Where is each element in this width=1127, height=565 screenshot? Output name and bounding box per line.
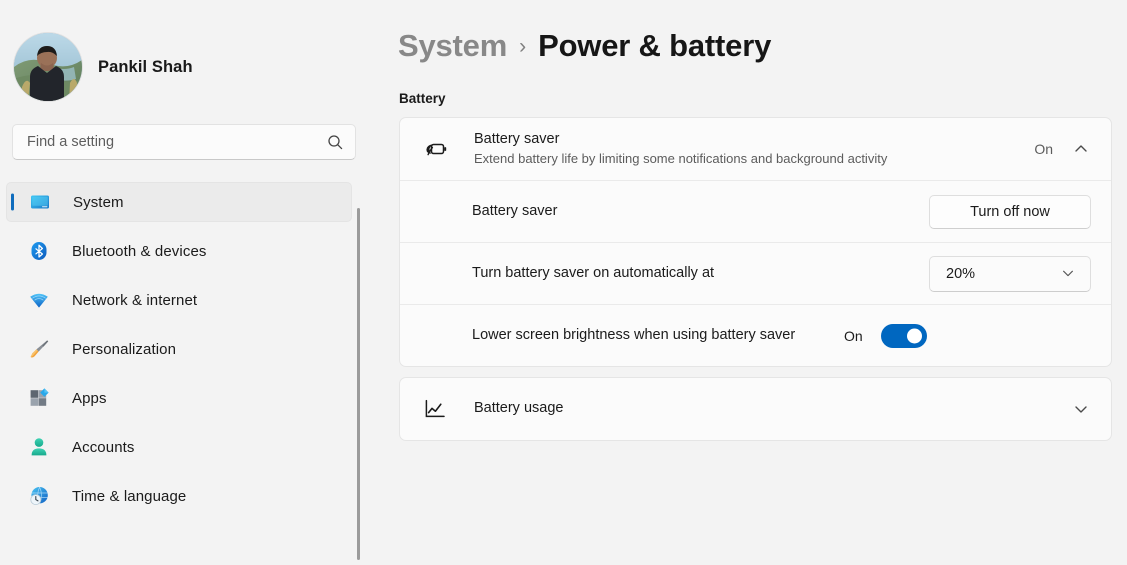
sidebar-item-apps[interactable]: Apps	[6, 378, 352, 418]
battery-usage-title: Battery usage	[474, 399, 1059, 419]
sidebar-item-bluetooth-devices[interactable]: Bluetooth & devices	[6, 231, 352, 271]
avatar	[14, 33, 82, 101]
battery-saver-title: Battery saver	[474, 130, 1022, 150]
sidebar-item-label: Accounts	[72, 439, 135, 456]
battery-saver-row-label: Battery saver	[472, 202, 917, 222]
sidebar-item-label: Network & internet	[72, 292, 197, 309]
globe-clock-icon	[28, 485, 50, 507]
lower-brightness-label: Lower screen brightness when using batte…	[472, 326, 832, 346]
page-title: Power & battery	[538, 28, 771, 64]
chevron-down-icon	[1061, 266, 1077, 282]
breadcrumb-separator-icon: ›	[519, 35, 526, 59]
auto-threshold-dropdown[interactable]: 20%	[929, 256, 1091, 292]
sidebar-item-personalization[interactable]: Personalization	[6, 329, 352, 369]
auto-threshold-text: Turn battery saver on automatically at	[472, 264, 917, 284]
toggle-knob	[907, 328, 922, 343]
battery-saver-header-right: On	[1034, 139, 1091, 159]
profile-name: Pankil Shah	[98, 58, 193, 77]
search-box[interactable]	[12, 124, 356, 160]
search-icon	[327, 134, 343, 150]
sidebar-item-label: Personalization	[72, 341, 176, 358]
sidebar-item-label: Apps	[72, 390, 107, 407]
sidebar-item-system[interactable]: System	[6, 182, 352, 222]
sidebar-item-label: Bluetooth & devices	[72, 243, 206, 260]
content-area: System › Power & battery Battery	[368, 0, 1127, 565]
lower-brightness-right: On	[844, 324, 927, 348]
battery-saver-toggle-row: Battery saver Turn off now	[400, 180, 1111, 242]
sidebar-item-label: Time & language	[72, 488, 186, 505]
battery-usage-card: Battery usage	[399, 377, 1112, 441]
paintbrush-icon	[28, 338, 50, 360]
settings-window: Pankil Shah	[0, 0, 1127, 565]
sidebar-nav: System Bluetooth & devices	[0, 182, 368, 516]
lower-brightness-row: Lower screen brightness when using batte…	[400, 304, 1111, 366]
battery-usage-right	[1071, 399, 1091, 419]
line-chart-icon	[422, 396, 448, 422]
apps-grid-icon	[28, 387, 50, 409]
chevron-up-icon[interactable]	[1071, 139, 1091, 159]
lower-brightness-state: On	[844, 328, 863, 344]
breadcrumb: System › Power & battery	[368, 0, 1127, 64]
battery-leaf-icon	[422, 136, 448, 162]
monitor-icon	[29, 191, 51, 213]
wifi-icon	[28, 289, 50, 311]
auto-threshold-right: 20%	[929, 256, 1091, 292]
sidebar-item-label: System	[73, 194, 124, 211]
battery-saver-row-text: Battery saver	[472, 202, 917, 222]
user-profile[interactable]: Pankil Shah	[0, 0, 368, 110]
sidebar-scrollbar[interactable]	[357, 208, 360, 560]
sidebar-item-time-language[interactable]: Time & language	[6, 476, 352, 516]
sidebar-item-accounts[interactable]: Accounts	[6, 427, 352, 467]
battery-saver-status: On	[1034, 141, 1053, 157]
turn-off-now-button[interactable]: Turn off now	[929, 195, 1091, 229]
sidebar-item-network-internet[interactable]: Network & internet	[6, 280, 352, 320]
bluetooth-icon	[28, 240, 50, 262]
person-icon	[28, 436, 50, 458]
battery-saver-row-right: Turn off now	[929, 195, 1091, 229]
chevron-down-icon[interactable]	[1071, 399, 1091, 419]
settings-cards: Battery saver Extend battery life by lim…	[368, 106, 1127, 441]
search-input[interactable]	[27, 134, 327, 150]
lower-brightness-text: Lower screen brightness when using batte…	[472, 326, 832, 346]
battery-usage-row[interactable]: Battery usage	[400, 378, 1111, 440]
battery-saver-header-text: Battery saver Extend battery life by lim…	[474, 130, 1022, 168]
battery-saver-card: Battery saver Extend battery life by lim…	[399, 117, 1112, 367]
battery-saver-header-row[interactable]: Battery saver Extend battery life by lim…	[400, 118, 1111, 180]
section-title-battery: Battery	[368, 64, 1127, 106]
breadcrumb-parent[interactable]: System	[398, 28, 507, 64]
battery-saver-description: Extend battery life by limiting some not…	[474, 151, 1022, 168]
auto-threshold-row: Turn battery saver on automatically at 2…	[400, 242, 1111, 304]
lower-brightness-toggle[interactable]	[881, 324, 927, 348]
auto-threshold-label: Turn battery saver on automatically at	[472, 264, 917, 284]
battery-usage-text: Battery usage	[474, 399, 1059, 419]
auto-threshold-value: 20%	[946, 266, 975, 282]
sidebar: Pankil Shah	[0, 0, 368, 565]
